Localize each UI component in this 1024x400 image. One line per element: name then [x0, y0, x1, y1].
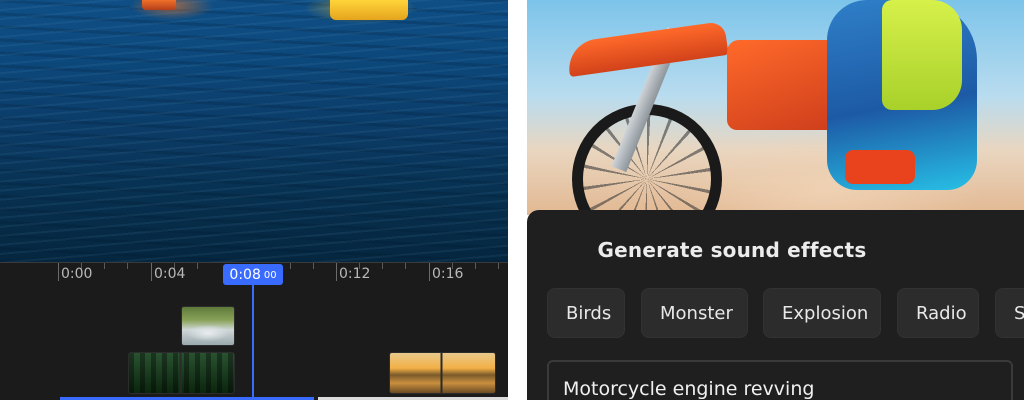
- time-ruler[interactable]: 0:00 0:04 0:12 0:16 0:08 00: [0, 262, 508, 285]
- video-editor-panel: 0:00 0:04 0:12 0:16 0:08 00: [0, 0, 508, 400]
- chip-radio[interactable]: Radio: [897, 288, 979, 338]
- clip-forest[interactable]: [128, 352, 235, 394]
- ruler-tick: [104, 263, 105, 269]
- chip-monster[interactable]: Monster: [641, 288, 748, 338]
- time-label: 0:04: [154, 266, 186, 282]
- ruler-tick: [197, 263, 198, 269]
- ruler-tick: [429, 263, 430, 281]
- sound-prompt-input[interactable]: Motorcycle engine revving: [547, 360, 1013, 400]
- video-preview-motocross: [527, 0, 1024, 254]
- boat-red: [142, 0, 176, 10]
- ruler-tick: [498, 263, 499, 269]
- clip-waterfall[interactable]: [181, 306, 235, 346]
- ruler-tick: [127, 263, 128, 269]
- panel-title: Generate sound effects: [597, 238, 867, 262]
- playhead-marker[interactable]: [252, 284, 254, 400]
- ruler-tick: [382, 263, 383, 269]
- ruler-tick: [151, 263, 152, 281]
- ruler-tick: [58, 263, 59, 281]
- time-label: 0:00: [61, 266, 93, 282]
- time-label: 0:12: [339, 266, 371, 282]
- generate-sound-effects-card: Generate sound effects Birds Monster Exp…: [527, 210, 1024, 400]
- video-preview-ocean: [0, 0, 508, 262]
- boat-yellow: [330, 0, 408, 20]
- ruler-tick: [336, 263, 337, 281]
- ruler-tick: [290, 263, 291, 269]
- chip-birds[interactable]: Birds: [547, 288, 625, 338]
- sound-effects-panel: Generate sound effects Birds Monster Exp…: [527, 0, 1024, 400]
- clip-lake-sunset[interactable]: [389, 352, 496, 394]
- playhead-frames: 00: [263, 270, 277, 281]
- chip-partial[interactable]: S: [995, 288, 1024, 338]
- motorcycle-fender: [565, 21, 729, 77]
- ruler-tick: [313, 263, 314, 269]
- ruler-tick: [405, 263, 406, 269]
- ruler-tick: [475, 263, 476, 269]
- playhead-time: 0:08: [229, 266, 261, 283]
- rider-jersey: [882, 0, 962, 110]
- timeline[interactable]: 0:00 0:04 0:12 0:16 0:08 00: [0, 262, 508, 400]
- time-label: 0:16: [432, 266, 464, 282]
- panel-divider: [508, 0, 527, 400]
- rider-boot: [845, 150, 915, 184]
- chip-explosion[interactable]: Explosion: [763, 288, 881, 338]
- playhead-time-badge[interactable]: 0:08 00: [223, 264, 283, 285]
